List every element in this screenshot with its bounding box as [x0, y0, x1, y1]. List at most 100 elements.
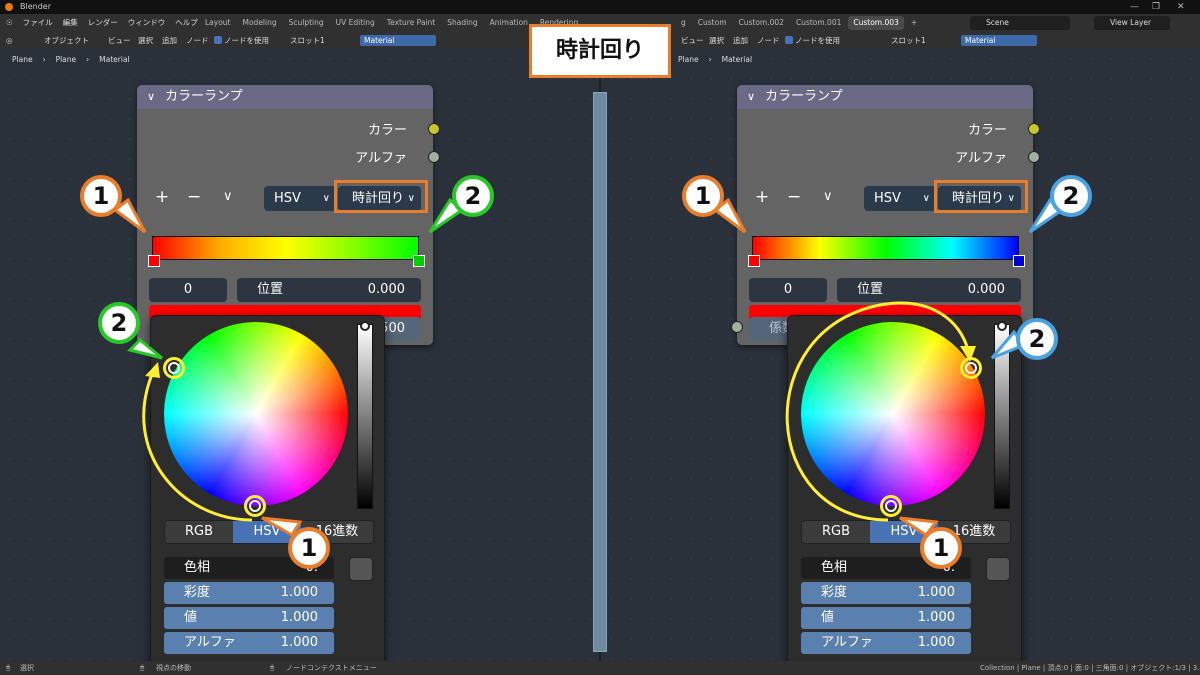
saturation-label: 彩度	[184, 585, 211, 600]
tab-rgb[interactable]: RGB	[802, 521, 870, 543]
value-field[interactable]: 値 1.000	[801, 607, 971, 629]
active-stop-index-field[interactable]: 0	[749, 278, 827, 302]
color-mode-value: HSV	[874, 191, 901, 206]
tab-modeling[interactable]: Modeling	[238, 16, 282, 30]
value-slider-knob[interactable]	[997, 321, 1007, 331]
tab-sculpting[interactable]: Sculpting	[284, 16, 329, 30]
output-color-label: カラー	[967, 123, 1007, 138]
menu-node[interactable]: ノード	[757, 32, 780, 49]
material-field[interactable]: Material	[961, 35, 1037, 46]
color-ramp-bar[interactable]	[752, 236, 1019, 260]
view-layer-selector[interactable]: View Layer	[1094, 16, 1170, 30]
color-socket[interactable]	[428, 123, 440, 135]
color-picker-popup-right[interactable]: RGB HSV 16進数 色相 0. 彩度 1.000 値 1.000 アルファ 1.0…	[787, 315, 1022, 665]
ramp-stop-1[interactable]	[148, 255, 160, 267]
output-alpha-label: アルファ	[355, 151, 407, 166]
value-field[interactable]: 値 1.000	[164, 607, 334, 629]
ramp-stop-1[interactable]	[748, 255, 760, 267]
menu-add[interactable]: 追加	[733, 32, 748, 49]
minimize-button[interactable]: —	[1130, 0, 1139, 14]
eyedropper-icon[interactable]	[349, 557, 373, 581]
material-field[interactable]: Material	[360, 35, 436, 46]
hue-saturation-wheel[interactable]	[801, 322, 985, 506]
node-header[interactable]: ∨ カラーランプ	[137, 85, 433, 109]
blender-menu-icon[interactable]: ☉	[6, 14, 13, 32]
alpha-socket[interactable]	[428, 151, 440, 163]
value-slider[interactable]	[357, 321, 373, 509]
eyedropper-icon[interactable]	[986, 557, 1010, 581]
color-mode-dropdown[interactable]: HSV ∨	[864, 186, 936, 211]
tab-custom-002[interactable]: Custom.002	[734, 16, 789, 30]
alpha-field[interactable]: アルファ 1.000	[801, 632, 971, 654]
color-ramp-node-left[interactable]: ∨ カラーランプ カラー アルファ + − ∨ HSV ∨ 時計回り ∨ 0 位…	[137, 85, 440, 345]
factor-input-socket[interactable]	[731, 321, 743, 333]
value-label: 値	[821, 610, 835, 625]
breadcrumb-object: Plane	[12, 55, 33, 64]
menu-view[interactable]: ビュー	[681, 32, 704, 49]
position-field[interactable]: 位置 0.000	[837, 278, 1021, 302]
menu-window[interactable]: ウィンドウ	[128, 14, 166, 32]
menu-select[interactable]: 選択	[138, 32, 153, 49]
add-workspace-icon[interactable]: +	[906, 16, 922, 30]
menu-node[interactable]: ノード	[186, 32, 209, 49]
saturation-field[interactable]: 彩度 1.000	[801, 582, 971, 604]
menu-view[interactable]: ビュー	[108, 32, 131, 49]
close-button[interactable]: ✕	[1177, 0, 1185, 14]
tab-animation[interactable]: Animation	[485, 16, 533, 30]
ramp-menu-chevron-icon[interactable]: ∨	[223, 189, 233, 204]
value-slider-knob[interactable]	[360, 321, 370, 331]
saturation-field[interactable]: 彩度 1.000	[164, 582, 334, 604]
menu-add[interactable]: 追加	[162, 32, 177, 49]
tab-shading[interactable]: Shading	[442, 16, 482, 30]
tab-uv-editing[interactable]: UV Editing	[331, 16, 380, 30]
color-picker-popup-left[interactable]: RGB HSV 16進数 色相0. 彩度1.000 値1.000 アルファ1.0…	[150, 315, 385, 665]
tab-partial[interactable]: g	[676, 16, 691, 30]
ramp-stop-2[interactable]	[1013, 255, 1025, 267]
ramp-menu-chevron-icon[interactable]: ∨	[823, 189, 833, 204]
collapse-chevron-icon[interactable]: ∨	[747, 85, 755, 109]
status-context-menu: ノードコンテクストメニュー	[286, 664, 377, 672]
ramp-stop-2[interactable]	[413, 255, 425, 267]
use-nodes-checkbox[interactable]: ノードを使用	[785, 32, 840, 49]
active-stop-index-field[interactable]: 0	[149, 278, 227, 302]
menu-help[interactable]: ヘルプ	[175, 14, 198, 32]
menu-file[interactable]: ファイル	[23, 14, 53, 32]
color-socket[interactable]	[1028, 123, 1040, 135]
menu-render[interactable]: レンダー	[88, 14, 118, 32]
menu-select[interactable]: 選択	[709, 32, 724, 49]
remove-stop-button[interactable]: −	[187, 187, 201, 207]
value-slider[interactable]	[994, 321, 1010, 509]
right-editor-header: ビュー 選択 追加 ノード ノードを使用 スロット1 Material	[601, 32, 1200, 49]
remove-stop-button[interactable]: −	[787, 187, 801, 207]
add-stop-button[interactable]: +	[755, 187, 769, 207]
color-ramp-node-right[interactable]: ∨ カラーランプ カラー アルファ + − ∨ HSV ∨ 時計回り ∨ 0 位…	[731, 85, 1040, 345]
hue-saturation-wheel[interactable]	[164, 322, 348, 506]
position-field[interactable]: 位置 0.000	[237, 278, 421, 302]
alpha-field[interactable]: アルファ 1.000	[164, 632, 334, 654]
maximize-button[interactable]: ❐	[1152, 0, 1160, 14]
mode-dropdown[interactable]: オブジェクト	[44, 32, 89, 49]
hue-label: 色相	[821, 560, 848, 575]
slot-dropdown[interactable]: スロット1	[290, 32, 325, 49]
tab-layout[interactable]: Layout	[200, 16, 236, 30]
alpha-value: 1.000	[917, 635, 955, 650]
color-ramp-bar[interactable]	[152, 236, 419, 260]
wheel-marker-2-right-inner	[965, 362, 977, 374]
alpha-socket[interactable]	[1028, 151, 1040, 163]
add-stop-button[interactable]: +	[155, 187, 169, 207]
editor-type-icon[interactable]: ◎	[6, 32, 13, 49]
screenshot-root: Blender — ❐ ✕ ☉ ファイル 編集 レンダー ウィンドウ ヘルプ L…	[0, 0, 1200, 675]
node-header[interactable]: ∨ カラーランプ	[737, 85, 1033, 109]
tab-custom-003[interactable]: Custom.003	[848, 16, 904, 30]
slot-dropdown[interactable]: スロット1	[891, 32, 926, 49]
collapse-chevron-icon[interactable]: ∨	[147, 85, 155, 109]
use-nodes-checkbox[interactable]: ノードを使用	[214, 32, 269, 49]
tab-custom-001[interactable]: Custom.001	[791, 16, 846, 30]
tab-rgb[interactable]: RGB	[165, 521, 233, 543]
tab-texture-paint[interactable]: Texture Paint	[382, 16, 440, 30]
left-editor-header: ◎ オブジェクト ビュー 選択 追加 ノード ノードを使用 スロット1 Mate…	[0, 32, 599, 49]
menu-edit[interactable]: 編集	[63, 14, 78, 32]
tab-custom[interactable]: Custom	[693, 16, 732, 30]
color-mode-dropdown[interactable]: HSV ∨	[264, 186, 336, 211]
scene-selector[interactable]: Scene	[970, 16, 1070, 30]
